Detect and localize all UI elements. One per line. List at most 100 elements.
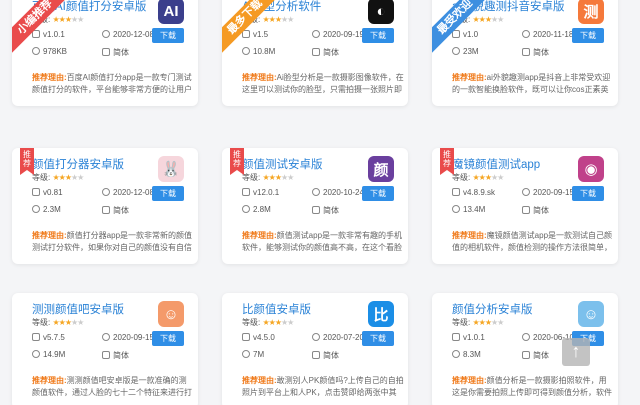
app-title[interactable]: 比颜值安卓版: [242, 301, 362, 317]
rating-row: 等级: ★★★★★: [32, 318, 84, 327]
recommend-text: 推荐理由:百度AI颜值打分app是一款专门测试颜值打分的软件，平台能够非常方便的…: [32, 73, 192, 94]
app-title[interactable]: 魔镜颜值测试app: [452, 156, 572, 172]
download-button[interactable]: 下载: [572, 28, 604, 43]
clock-icon: [522, 188, 530, 196]
language-row: 简体: [102, 205, 129, 216]
app-icon[interactable]: 颜: [368, 156, 394, 182]
app-card[interactable]: 比颜值安卓版 比 等级: ★★★★★ v4.5.0 2020-07-20 7M …: [222, 293, 408, 405]
clock-icon: [312, 188, 320, 196]
size-icon: [242, 350, 250, 358]
star-rating: ★★★★★: [262, 15, 294, 24]
version-icon: [452, 188, 460, 196]
size-row: 14.9M: [32, 350, 65, 359]
date-row: 2020-07-20: [312, 333, 364, 342]
app-card[interactable]: 小编推荐 百度AI颜值打分安卓版 AI 等级: ★★★★★ v1.0.1 202…: [12, 0, 198, 106]
app-card[interactable]: 推荐 颜值测试安卓版 颜 等级: ★★★★★ v12.0.1 2020-10-2…: [222, 148, 408, 264]
version-icon: [32, 188, 40, 196]
language-icon: [102, 48, 110, 56]
app-icon[interactable]: AI: [158, 0, 184, 24]
language-icon: [312, 48, 320, 56]
size-row: 8.3M: [452, 350, 481, 359]
recommend-text: 推荐理由:颜值分析是一款摄影拍照软件，用这是你需要拍照上传即可得到颜值分析，软件…: [452, 376, 612, 397]
download-button[interactable]: 下载: [362, 186, 394, 201]
app-title[interactable]: 测测颜值吧安卓版: [32, 301, 152, 317]
recommend-text: 推荐理由:颜值打分器app是一款非常新的颜值测试打分软件，如果你对自己的颜值没有…: [32, 231, 193, 252]
app-icon[interactable]: ☺: [158, 301, 184, 327]
app-card[interactable]: 最受欢迎 ai外貌趣测抖音安卓版 测 等级: ★★★★★ v1.0 2020-1…: [432, 0, 618, 106]
app-icon[interactable]: ◉: [578, 156, 604, 182]
language-row: 简体: [522, 350, 549, 361]
size-icon: [32, 205, 40, 213]
size-icon: [452, 205, 460, 213]
language-icon: [522, 351, 530, 359]
app-icon[interactable]: 比: [368, 301, 394, 327]
clock-icon: [102, 188, 110, 196]
version-row: v1.5: [242, 30, 268, 39]
language-icon: [102, 206, 110, 214]
app-title[interactable]: 颜值分析安卓版: [452, 301, 572, 317]
app-icon[interactable]: 测: [578, 0, 604, 24]
app-card[interactable]: 测测颜值吧安卓版 ☺ 等级: ★★★★★ v5.7.5 2020-09-15 1…: [12, 293, 198, 405]
date-row: 2020-12-08: [102, 30, 154, 39]
language-row: 简体: [102, 47, 129, 58]
recommend-text: 推荐理由:Ai脸型分析是一款摄影图像软件，在这里可以测试你的脸型，只需拍摄一张照…: [242, 73, 404, 94]
recommend-tag: 推荐: [20, 148, 34, 175]
clock-icon: [522, 30, 530, 38]
download-button[interactable]: 下载: [362, 331, 394, 346]
download-button[interactable]: 下载: [362, 28, 394, 43]
version-row: v4.8.9.sk: [452, 188, 495, 197]
app-icon[interactable]: ◐: [368, 0, 394, 24]
clock-icon: [102, 333, 110, 341]
clock-icon: [312, 30, 320, 38]
app-card[interactable]: 颜值分析安卓版 ☺ 等级: ★★★★★ v1.0.1 2020-06-10 8.…: [432, 293, 618, 405]
size-icon: [242, 205, 250, 213]
recommend-text: 推荐理由:ai外貌趣测app是抖音上非常受欢迎的一款智能换脸软件，既可以让你co…: [452, 73, 611, 94]
language-row: 简体: [312, 47, 339, 58]
back-to-top-button[interactable]: ↑: [562, 338, 590, 366]
app-icon[interactable]: ☺: [578, 301, 604, 327]
star-rating: ★★★★★: [52, 173, 84, 182]
app-title[interactable]: 颜值测试安卓版: [242, 156, 362, 172]
size-row: 23M: [452, 47, 479, 56]
version-icon: [32, 333, 40, 341]
app-card[interactable]: 推荐 魔镜颜值测试app ◉ 等级: ★★★★★ v4.8.9.sk 2020-…: [432, 148, 618, 264]
date-row: 2020-12-08: [102, 188, 154, 197]
star-rating: ★★★★★: [262, 318, 294, 327]
rating-row: 等级: ★★★★★: [242, 318, 294, 327]
language-icon: [312, 206, 320, 214]
download-button[interactable]: 下载: [572, 186, 604, 201]
clock-icon: [102, 30, 110, 38]
size-row: 10.8M: [242, 47, 275, 56]
rating-row: 等级: ★★★★★: [452, 318, 504, 327]
version-row: v12.0.1: [242, 188, 279, 197]
language-row: 简体: [522, 205, 549, 216]
language-row: 简体: [312, 205, 339, 216]
recommend-tag: 推荐: [440, 148, 454, 175]
app-card[interactable]: 最多下载 Ai脸型分析软件 ◐ 等级: ★★★★★ v1.5 2020-09-1…: [222, 0, 408, 106]
date-row: 2020-09-15: [522, 188, 574, 197]
clock-icon: [312, 333, 320, 341]
star-rating: ★★★★★: [472, 15, 504, 24]
app-title[interactable]: 颜值打分器安卓版: [32, 156, 152, 172]
star-rating: ★★★★★: [472, 173, 504, 182]
size-icon: [32, 47, 40, 55]
download-button[interactable]: 下载: [152, 331, 184, 346]
version-row: v1.0: [452, 30, 478, 39]
size-row: 978KB: [32, 47, 67, 56]
language-row: 简体: [522, 47, 549, 58]
recommend-text: 推荐理由:敢测别人PK颜值吗?上传自己的自拍照片到平台上和人PK，点击赞即给两张…: [242, 376, 404, 397]
size-icon: [242, 47, 250, 55]
recommend-text: 推荐理由:魔镜颜值测试app是一款测试自己颜值的相机软件，颜值检测的操作方法很简…: [452, 231, 613, 252]
version-icon: [242, 333, 250, 341]
app-card[interactable]: 推荐 颜值打分器安卓版 🐰 等级: ★★★★★ v0.81 2020-12-08…: [12, 148, 198, 264]
star-rating: ★★★★★: [262, 173, 294, 182]
size-row: 2.8M: [242, 205, 271, 214]
star-rating: ★★★★★: [472, 318, 504, 327]
recommend-tag: 推荐: [230, 148, 244, 175]
rating-row: 等级: ★★★★★: [32, 173, 84, 182]
download-button[interactable]: 下载: [152, 28, 184, 43]
app-icon[interactable]: 🐰: [158, 156, 184, 182]
download-button[interactable]: 下载: [152, 186, 184, 201]
rating-row: 等级: ★★★★★: [452, 173, 504, 182]
date-row: 2020-11-18: [522, 30, 573, 39]
